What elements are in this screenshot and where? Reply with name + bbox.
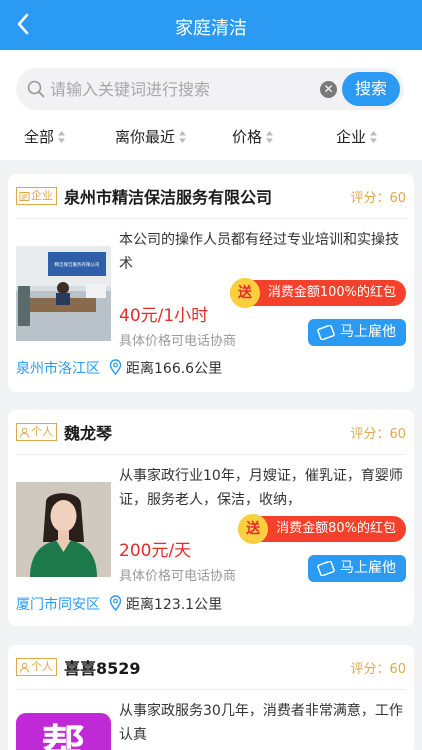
distance: 距离166.6公里 bbox=[126, 361, 223, 377]
filter-label: 离你最近 bbox=[115, 128, 176, 146]
description: 本公司的操作人员都有经过专业培训和实操技术 bbox=[119, 232, 399, 272]
card-header: 个人 喜喜8529 评分：60 bbox=[8, 645, 414, 689]
portrait-photo bbox=[16, 482, 111, 577]
score: 评分：60 bbox=[350, 191, 406, 206]
provider-photo[interactable]: 帮 bbox=[16, 713, 111, 750]
price: 40元/1小时 bbox=[119, 306, 209, 326]
listing-card[interactable]: 个人 魏龙琴 评分：60 从事家政行业10年，月嫂证，催乳证，育婴师证，服务老人… bbox=[8, 410, 414, 626]
price-note: 具体价格可电话协商 bbox=[119, 569, 237, 584]
filter-label: 全部 bbox=[24, 128, 55, 146]
filter-company[interactable]: 企业 bbox=[336, 126, 378, 147]
price: 200元/天 bbox=[119, 541, 192, 561]
photo-logo-text: 帮 bbox=[41, 721, 86, 750]
hire-button[interactable]: 马上雇他 bbox=[308, 319, 406, 346]
page-title: 家庭清洁 bbox=[175, 18, 247, 39]
divider bbox=[16, 454, 406, 455]
clear-icon[interactable]: ✕ bbox=[320, 81, 337, 98]
sort-icon bbox=[370, 130, 378, 143]
location-pin-icon bbox=[109, 595, 122, 611]
red-packet-badge[interactable]: 送消费金额80%的红包 bbox=[238, 514, 406, 544]
filter-nearest[interactable]: 离你最近 bbox=[115, 126, 187, 147]
filter-label: 企业 bbox=[336, 128, 367, 146]
price-note: 具体价格可电话协商 bbox=[119, 334, 237, 349]
provider-name: 魏龙琴 bbox=[64, 424, 113, 443]
type-tag: 个人 bbox=[16, 658, 57, 676]
person-icon bbox=[20, 427, 29, 438]
description: 从事家政服务30几年，消费者非常满意，工作认真 bbox=[119, 703, 403, 743]
type-tag: 企业 bbox=[16, 187, 57, 205]
location: 泉州市洛江区 bbox=[16, 361, 100, 377]
hire-label: 马上雇他 bbox=[340, 560, 396, 576]
sort-icon bbox=[58, 130, 66, 143]
description: 从事家政行业10年，月嫂证，催乳证，育婴师证，服务老人，保洁，收纳， bbox=[119, 468, 403, 508]
tag-label: 个人 bbox=[31, 660, 53, 673]
type-tag: 个人 bbox=[16, 423, 57, 441]
filter-bar: 全部 离你最近 价格 企业 bbox=[0, 126, 422, 150]
search-input[interactable] bbox=[50, 68, 310, 110]
company-icon bbox=[19, 191, 30, 201]
provider-photo[interactable] bbox=[16, 482, 111, 577]
search-box: ✕ 搜索 bbox=[16, 68, 404, 110]
sort-icon bbox=[266, 130, 274, 143]
red-packet-label: 消费金额80%的红包 bbox=[276, 521, 396, 536]
office-photo: 精洁保洁服务有限公司 bbox=[16, 246, 111, 341]
filter-price[interactable]: 价格 bbox=[232, 126, 274, 147]
search-button[interactable]: 搜索 bbox=[342, 72, 400, 106]
hire-label: 马上雇他 bbox=[340, 324, 396, 340]
listing-card[interactable]: 个人 喜喜8529 评分：60 帮 从事家政服务30几年，消费者非常满意，工作认… bbox=[8, 645, 414, 750]
divider bbox=[16, 689, 406, 690]
search-panel: ✕ 搜索 全部 离你最近 价格 企业 bbox=[0, 50, 422, 160]
score: 评分：60 bbox=[350, 427, 406, 442]
provider-photo[interactable]: 精洁保洁服务有限公司 bbox=[16, 246, 111, 341]
ticket-icon bbox=[317, 325, 335, 340]
hire-button[interactable]: 马上雇他 bbox=[308, 555, 406, 582]
divider bbox=[16, 218, 406, 219]
person-icon bbox=[20, 662, 29, 673]
provider-name: 泉州市精洁保洁服务有限公司 bbox=[64, 188, 273, 207]
send-badge: 送 bbox=[238, 514, 269, 544]
red-packet-badge[interactable]: 送消费金额100%的红包 bbox=[229, 278, 406, 308]
search-icon bbox=[27, 80, 45, 98]
sort-icon bbox=[179, 130, 187, 143]
ticket-icon bbox=[317, 561, 335, 576]
filter-label: 价格 bbox=[232, 128, 263, 146]
score: 评分：60 bbox=[350, 662, 406, 677]
provider-name: 喜喜8529 bbox=[64, 659, 141, 678]
office-sign-text: 精洁保洁服务有限公司 bbox=[55, 261, 100, 268]
tag-label: 企业 bbox=[31, 189, 53, 202]
location-pin-icon bbox=[109, 359, 122, 375]
listing-card[interactable]: 企业 泉州市精洁保洁服务有限公司 评分：60 精洁保洁服务有限公司 本公司的操作… bbox=[8, 174, 414, 392]
send-badge: 送 bbox=[229, 278, 260, 308]
distance: 距离123.1公里 bbox=[126, 597, 223, 613]
filter-all[interactable]: 全部 bbox=[24, 126, 66, 147]
card-header: 企业 泉州市精洁保洁服务有限公司 评分：60 bbox=[8, 174, 414, 218]
card-header: 个人 魏龙琴 评分：60 bbox=[8, 410, 414, 454]
location: 厦门市同安区 bbox=[16, 597, 100, 613]
tag-label: 个人 bbox=[31, 425, 53, 438]
red-packet-label: 消费金额100%的红包 bbox=[267, 285, 396, 300]
top-bar: 家庭清洁 bbox=[0, 0, 422, 50]
